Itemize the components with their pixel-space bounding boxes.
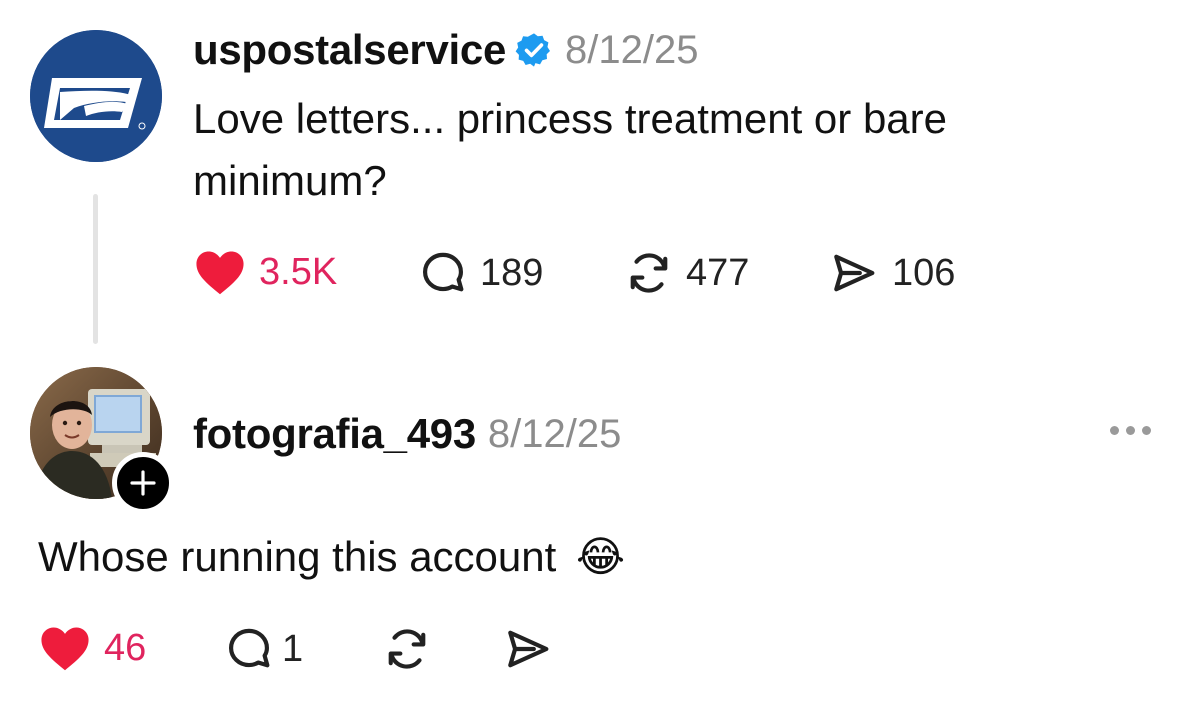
follow-button[interactable] (112, 452, 174, 514)
reply-text: Whose running this account (38, 533, 557, 580)
usps-logo-icon (30, 30, 162, 162)
thread-line (93, 194, 98, 344)
reply-comment-count: 1 (282, 627, 304, 670)
reply-like-button[interactable]: 46 (38, 624, 146, 672)
comment-icon (229, 628, 270, 668)
share-count: 106 (892, 251, 956, 294)
share-icon (508, 630, 549, 668)
repost-button[interactable]: 477 (622, 248, 749, 298)
post-timestamp: 8/12/25 (565, 27, 699, 72)
laughing-emoji-icon: 😂 (575, 532, 626, 581)
follow-plus-icon (130, 470, 156, 496)
reply-timestamp: 8/12/25 (487, 411, 622, 456)
reply-share-button[interactable] (500, 624, 556, 674)
repost-icon (630, 253, 668, 293)
reply-repost-button[interactable] (380, 624, 434, 674)
post-header: uspostalservice 8/12/25 (193, 26, 698, 74)
more-dot (1142, 426, 1151, 435)
share-icon (834, 254, 875, 292)
reply-like-count: 46 (104, 626, 147, 669)
reply-header: fotografia_493 8/12/25 (193, 410, 621, 458)
reply-text-row: Whose running this account 😂 (38, 526, 625, 588)
comment-icon (423, 252, 464, 292)
more-dot (1110, 426, 1119, 435)
comment-count: 189 (480, 251, 544, 294)
repost-icon (388, 629, 426, 669)
repost-count: 477 (686, 251, 750, 294)
heart-icon (41, 627, 89, 671)
reply-username[interactable]: fotografia_493 (193, 410, 476, 458)
post-text: Love letters... princess treatment or ba… (193, 95, 948, 204)
comment-button[interactable]: 189 (418, 248, 543, 298)
username[interactable]: uspostalservice (193, 26, 506, 74)
like-button[interactable]: 3.5K (193, 248, 337, 296)
like-count: 3.5K (259, 250, 338, 293)
share-button[interactable]: 106 (826, 248, 955, 298)
heart-icon (196, 251, 244, 295)
reply-comment-button[interactable]: 1 (224, 624, 303, 674)
more-dot (1126, 426, 1135, 435)
avatar-uspostalservice[interactable] (30, 30, 162, 162)
more-options-icon[interactable] (1110, 426, 1151, 435)
verified-badge-icon (515, 33, 551, 67)
